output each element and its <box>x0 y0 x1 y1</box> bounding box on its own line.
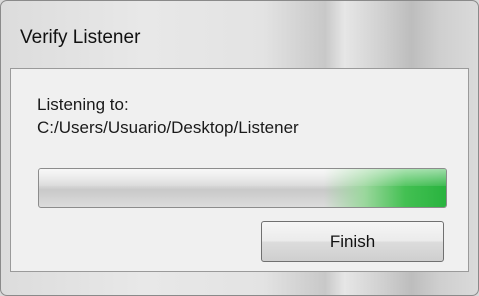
title-bar[interactable]: Verify Listener <box>1 1 478 67</box>
finish-button[interactable]: Finish <box>261 221 444 262</box>
window-title: Verify Listener <box>20 27 141 48</box>
progress-bar <box>38 168 447 208</box>
progress-sheen <box>39 169 446 187</box>
verify-listener-dialog: Verify Listener Listening to: C:/Users/U… <box>0 0 479 296</box>
dialog-content: Listening to: C:/Users/Usuario/Desktop/L… <box>10 68 469 272</box>
listening-to-label: Listening to: <box>37 95 129 114</box>
listener-path: C:/Users/Usuario/Desktop/Listener <box>37 118 299 137</box>
